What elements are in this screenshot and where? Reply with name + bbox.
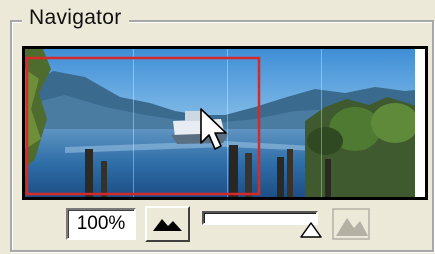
preview-image xyxy=(25,49,425,197)
zoom-in-button[interactable] xyxy=(330,206,374,242)
zoom-slider-thumb[interactable] xyxy=(300,222,322,238)
navigator-preview[interactable] xyxy=(22,46,428,200)
zoom-slider[interactable] xyxy=(198,208,328,244)
navigator-panel: Navigator 100% xyxy=(0,0,435,254)
large-mountains-icon xyxy=(332,208,370,240)
zoom-out-button[interactable] xyxy=(145,206,190,242)
zoom-percent-field[interactable]: 100% xyxy=(66,208,136,240)
small-mountains-icon xyxy=(153,219,182,231)
panel-title: Navigator xyxy=(22,4,129,32)
